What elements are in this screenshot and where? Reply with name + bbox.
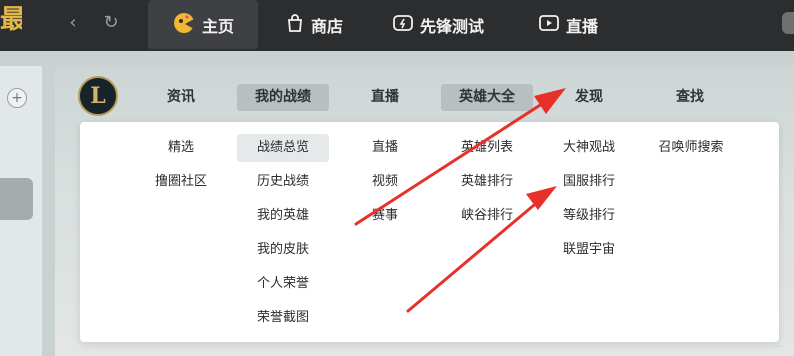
lol-logo-icon[interactable]: L [78, 76, 118, 116]
play-icon [538, 13, 560, 37]
menu-item-featured[interactable]: 精选 [140, 134, 222, 162]
subnav-discover[interactable]: 发现 [560, 84, 618, 111]
subnav-hero-encyclopedia[interactable]: 英雄大全 [441, 84, 533, 111]
title-bar: 最 ‹ ↻ 主页 商店 先锋测试 直播 [0, 0, 794, 51]
tab-shop[interactable]: 商店 [285, 0, 343, 49]
menu-item-match-history[interactable]: 历史战绩 [237, 168, 329, 196]
menu-item-honor-screenshots[interactable]: 荣誉截图 [237, 304, 329, 332]
divider [92, 345, 782, 347]
menu-item-live[interactable]: 直播 [356, 134, 414, 162]
tab-live-label: 直播 [566, 16, 599, 36]
subnav-search[interactable]: 查找 [661, 84, 719, 111]
refresh-button[interactable]: ↻ [98, 10, 124, 36]
menu-item-summoner-search[interactable]: 召唤师搜索 [648, 134, 734, 162]
refresh-icon: ↻ [103, 12, 119, 33]
sidebar-selected-item[interactable] [0, 178, 33, 220]
menu-item-hero-ranking[interactable]: 英雄排行 [441, 168, 533, 196]
tab-pioneer-test[interactable]: 先锋测试 [392, 0, 484, 49]
menu-item-my-heroes[interactable]: 我的英雄 [237, 202, 329, 230]
subnav-news[interactable]: 资讯 [152, 84, 210, 111]
menu-item-honors[interactable]: 个人荣誉 [237, 270, 329, 298]
chevron-left-icon: ‹ [69, 12, 77, 33]
menu-item-hero-list[interactable]: 英雄列表 [441, 134, 533, 162]
menu-item-events[interactable]: 赛事 [356, 202, 414, 230]
gamepad-icon [392, 13, 414, 37]
tab-pioneer-test-label: 先锋测试 [420, 16, 485, 36]
menu-item-level-ranking[interactable]: 等级排行 [550, 202, 628, 230]
tab-home[interactable]: 主页 [148, 0, 258, 49]
menu-item-server-ranking[interactable]: 国服排行 [550, 168, 628, 196]
microphone-icon[interactable] [782, 12, 794, 34]
shop-bag-icon [285, 13, 305, 37]
menu-item-spectate[interactable]: 大神观战 [550, 134, 628, 162]
add-button[interactable]: + [7, 88, 27, 108]
subnav-my-record[interactable]: 我的战绩 [237, 84, 329, 111]
menu-item-community[interactable]: 撸圈社区 [140, 168, 222, 196]
menu-item-universe[interactable]: 联盟宇宙 [550, 236, 628, 264]
menu-item-record-overview[interactable]: 战绩总览 [237, 134, 329, 162]
app-logo: 最 [0, 5, 22, 35]
tab-home-label: 主页 [201, 16, 234, 36]
back-button[interactable]: ‹ [60, 10, 86, 36]
tab-live[interactable]: 直播 [538, 0, 598, 49]
menu-item-my-skins[interactable]: 我的皮肤 [237, 236, 329, 264]
menu-item-videos[interactable]: 视频 [356, 168, 414, 196]
subnav-live[interactable]: 直播 [356, 84, 414, 111]
tab-shop-label: 商店 [311, 16, 344, 36]
menu-item-rift-ranking[interactable]: 峡谷排行 [441, 202, 533, 230]
home-icon [172, 11, 196, 39]
